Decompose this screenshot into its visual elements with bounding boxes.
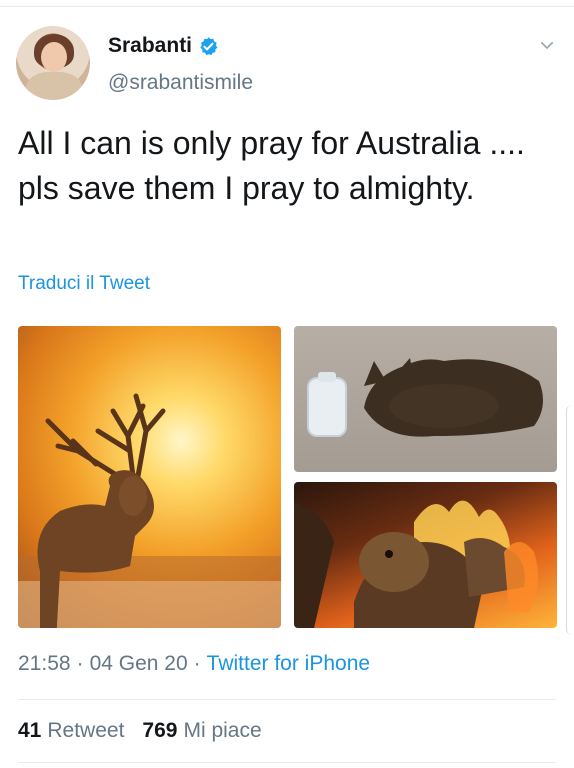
retweet-label[interactable]: Retweet xyxy=(47,719,124,743)
author-name-row[interactable]: Srabanti xyxy=(108,32,219,60)
media-tile-burnt-animals[interactable] xyxy=(294,482,557,628)
translate-tweet-link[interactable]: Traduci il Tweet xyxy=(18,273,150,295)
like-count[interactable]: 769 xyxy=(142,719,177,743)
chevron-down-icon[interactable] xyxy=(538,36,556,54)
meta-separator: · xyxy=(193,652,201,675)
fire-photo-illustration xyxy=(294,500,538,628)
tweet-stats-row: 41 Retweet 769 Mi piace xyxy=(18,719,262,743)
meta-separator: · xyxy=(76,652,84,675)
tweet-source-link[interactable]: Twitter for iPhone xyxy=(207,652,370,676)
stats-spacer xyxy=(124,719,142,743)
media-grid xyxy=(18,326,557,628)
tweet-time[interactable]: 21:58 xyxy=(18,652,71,676)
tweet-date[interactable]: 04 Gen 20 xyxy=(90,652,188,676)
tweet-meta-row: 21:58 · 04 Gen 20 · Twitter for iPhone xyxy=(18,652,370,676)
stats-top-divider xyxy=(18,699,556,700)
media-tile-deer[interactable] xyxy=(18,326,281,628)
retweet-count[interactable]: 41 xyxy=(18,719,41,743)
top-divider xyxy=(0,6,574,7)
verified-badge-icon xyxy=(200,36,218,55)
author-handle[interactable]: @srabantismile xyxy=(108,71,253,95)
tweet-text: All I can is only pray for Australia ...… xyxy=(18,125,525,206)
like-label[interactable]: Mi piace xyxy=(183,719,261,743)
avatar-face xyxy=(41,42,67,72)
stats-bottom-divider xyxy=(18,762,556,763)
cat-photo-illustration xyxy=(307,358,543,437)
avatar-body xyxy=(26,72,82,100)
scrollbar-edge[interactable] xyxy=(566,405,574,635)
deer-photo-illustration xyxy=(18,393,281,628)
avatar[interactable] xyxy=(16,26,90,100)
author-display-name[interactable]: Srabanti xyxy=(108,34,192,58)
media-tile-burnt-cat[interactable] xyxy=(294,326,557,472)
